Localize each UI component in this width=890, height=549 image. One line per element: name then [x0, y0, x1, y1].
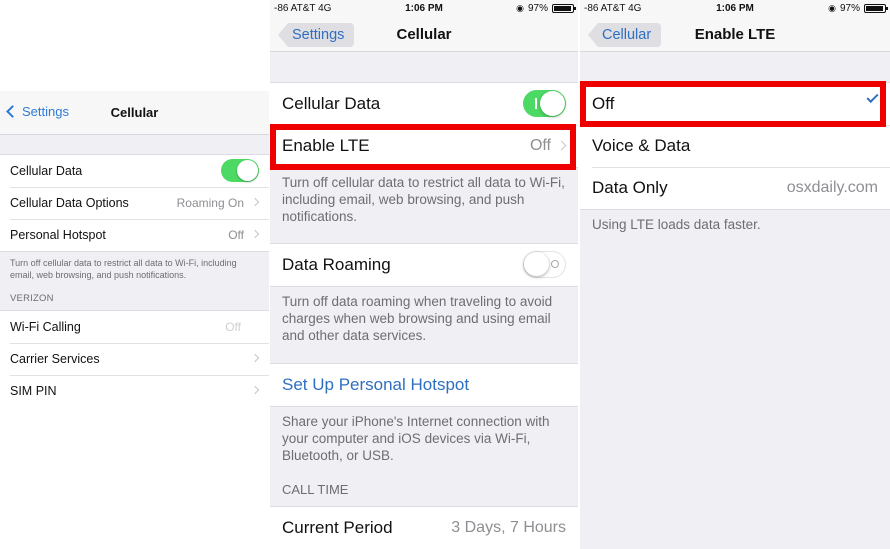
row-cellular-data-options[interactable]: Cellular Data Options Roaming On [0, 187, 269, 219]
hotspot-link[interactable]: Set Up Personal Hotspot [282, 375, 469, 395]
chevron-right-icon [250, 385, 260, 395]
section-header-call-time: CALL TIME [282, 482, 349, 497]
status-bar: -86 AT&T 4G 1:06 PM ◉ 97% [270, 0, 578, 18]
cellular-data-toggle[interactable] [221, 159, 259, 182]
row-label: Current Period [282, 518, 393, 537]
option-label: Voice & Data [592, 136, 691, 155]
row-personal-hotspot[interactable]: Personal Hotspot Off [0, 219, 269, 251]
row-sim-pin[interactable]: SIM PIN [0, 375, 269, 407]
option-label: Data Only [592, 178, 668, 197]
watermark: osxdaily.com [786, 179, 878, 196]
option-off[interactable]: Off [580, 83, 890, 125]
roaming-group: Data Roaming [270, 243, 578, 287]
option-voice-data[interactable]: Voice & Data [580, 125, 890, 167]
battery-icon [552, 4, 576, 13]
lte-options-group: Off Voice & Data Data Only osxdaily.com [580, 82, 890, 210]
left-screenshot: Settings Cellular Cellular Data Cellular… [0, 91, 269, 407]
chevron-right-icon [556, 140, 567, 151]
middle-screenshot: -86 AT&T 4G 1:06 PM ◉ 97% Settings Cellu… [270, 0, 578, 549]
row-label: Wi-Fi Calling [10, 320, 81, 334]
cellular-group: Cellular Data Cellular Data Options Roam… [0, 154, 269, 252]
row-cellular-data[interactable]: Cellular Data [0, 155, 269, 187]
page-title: Cellular [110, 105, 159, 120]
row-cellular-data[interactable]: Cellular Data [270, 83, 578, 125]
battery-area: ◉ 97% [828, 3, 888, 14]
battery-area: ◉ 97% [516, 3, 576, 14]
section-header-verizon: VERIZON [10, 293, 54, 304]
row-label: Cellular Data Options [10, 196, 129, 210]
battery-icon [864, 4, 888, 13]
row-value: Off [529, 137, 551, 154]
cellular-group: Cellular Data Enable LTE Off [270, 82, 578, 168]
page-title: Enable LTE [694, 26, 776, 43]
chevron-right-icon [250, 353, 260, 363]
row-current-period: Current Period 3 Days, 7 Hours [270, 507, 578, 549]
option-label: Off [592, 94, 615, 113]
row-label: Personal Hotspot [10, 228, 106, 242]
row-setup-hotspot[interactable]: Set Up Personal Hotspot [270, 364, 578, 406]
call-time-group: Current Period 3 Days, 7 Hours [270, 506, 578, 549]
row-value: Roaming On [176, 196, 244, 210]
row-label: Carrier Services [10, 352, 100, 366]
battery-percent: 97% [527, 3, 548, 14]
row-value: 3 Days, 7 Hours [451, 519, 566, 536]
page-title: Cellular [396, 26, 452, 43]
row-label: Cellular Data [10, 164, 83, 178]
cellular-data-toggle[interactable] [523, 90, 566, 117]
data-roaming-toggle[interactable] [523, 251, 566, 278]
row-label: Data Roaming [282, 255, 391, 274]
nav-bar: Cellular Enable LTE [580, 18, 890, 52]
row-data-roaming[interactable]: Data Roaming [270, 244, 578, 286]
carrier-group: Wi-Fi Calling Off Carrier Services SIM P… [0, 310, 269, 407]
row-label: Enable LTE [282, 136, 370, 155]
row-value: Off [228, 228, 244, 242]
row-value: Off [225, 320, 241, 334]
chevron-right-icon [250, 197, 260, 207]
cellular-footer: Turn off cellular data to restrict all d… [282, 175, 565, 224]
orientation-lock-icon: ◉ [828, 3, 836, 13]
nav-bar: Settings Cellular [0, 91, 269, 135]
row-label: Cellular Data [282, 94, 381, 113]
lte-footer: Using LTE loads data faster. [592, 217, 761, 232]
nav-bar: Settings Cellular [270, 18, 578, 52]
roaming-footer: Turn off data roaming when traveling to … [282, 294, 553, 343]
battery-percent: 97% [839, 3, 860, 14]
right-screenshot: -86 AT&T 4G 1:06 PM ◉ 97% Cellular Enabl… [580, 0, 890, 549]
cellular-footer: Turn off cellular data to restrict all d… [10, 258, 237, 280]
row-wifi-calling[interactable]: Wi-Fi Calling Off [0, 311, 266, 343]
row-enable-lte[interactable]: Enable LTE Off [270, 125, 578, 167]
checkmark-icon [866, 90, 879, 104]
option-data-only[interactable]: Data Only osxdaily.com [580, 167, 890, 209]
status-bar: -86 AT&T 4G 1:06 PM ◉ 97% [580, 0, 890, 18]
row-label: SIM PIN [10, 384, 57, 398]
orientation-lock-icon: ◉ [516, 3, 524, 13]
hotspot-group: Set Up Personal Hotspot [270, 363, 578, 407]
hotspot-footer: Share your iPhone's Internet connection … [282, 414, 550, 463]
row-carrier-services[interactable]: Carrier Services [0, 343, 269, 375]
chevron-right-icon [250, 229, 260, 239]
